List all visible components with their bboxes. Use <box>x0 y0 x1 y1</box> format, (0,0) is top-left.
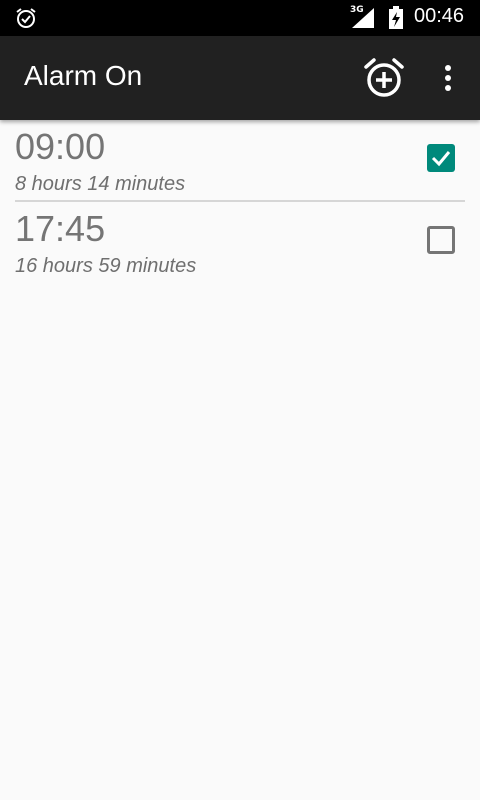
overflow-menu-button[interactable] <box>432 54 464 102</box>
add-alarm-button[interactable] <box>360 54 408 102</box>
alarm-item[interactable]: 09:00 8 hours 14 minutes <box>15 120 465 202</box>
alarm-list: 09:00 8 hours 14 minutes 17:45 16 hours … <box>0 120 480 282</box>
more-vert-icon <box>445 65 451 91</box>
app-bar: Alarm On <box>0 36 480 120</box>
alarm-time: 17:45 <box>15 208 106 249</box>
alarm-time: 09:00 <box>15 126 106 167</box>
alarm-add-icon <box>364 58 404 97</box>
status-bar: 3G 00:46 <box>0 0 480 36</box>
app-title: Alarm On <box>24 60 143 91</box>
alarm-enabled-checkbox[interactable] <box>427 226 455 254</box>
alarm-time-until: 16 hours 59 minutes <box>15 255 197 277</box>
battery-charging-icon <box>389 6 403 29</box>
alarm-clock-icon <box>16 8 36 28</box>
checkmark-icon <box>431 151 451 167</box>
alarm-enabled-checkbox[interactable] <box>427 144 455 172</box>
alarm-item[interactable]: 17:45 16 hours 59 minutes <box>15 202 465 282</box>
cell-signal-icon <box>352 8 374 28</box>
clock-time: 00:46 <box>414 5 465 27</box>
alarm-time-until: 8 hours 14 minutes <box>15 173 186 195</box>
